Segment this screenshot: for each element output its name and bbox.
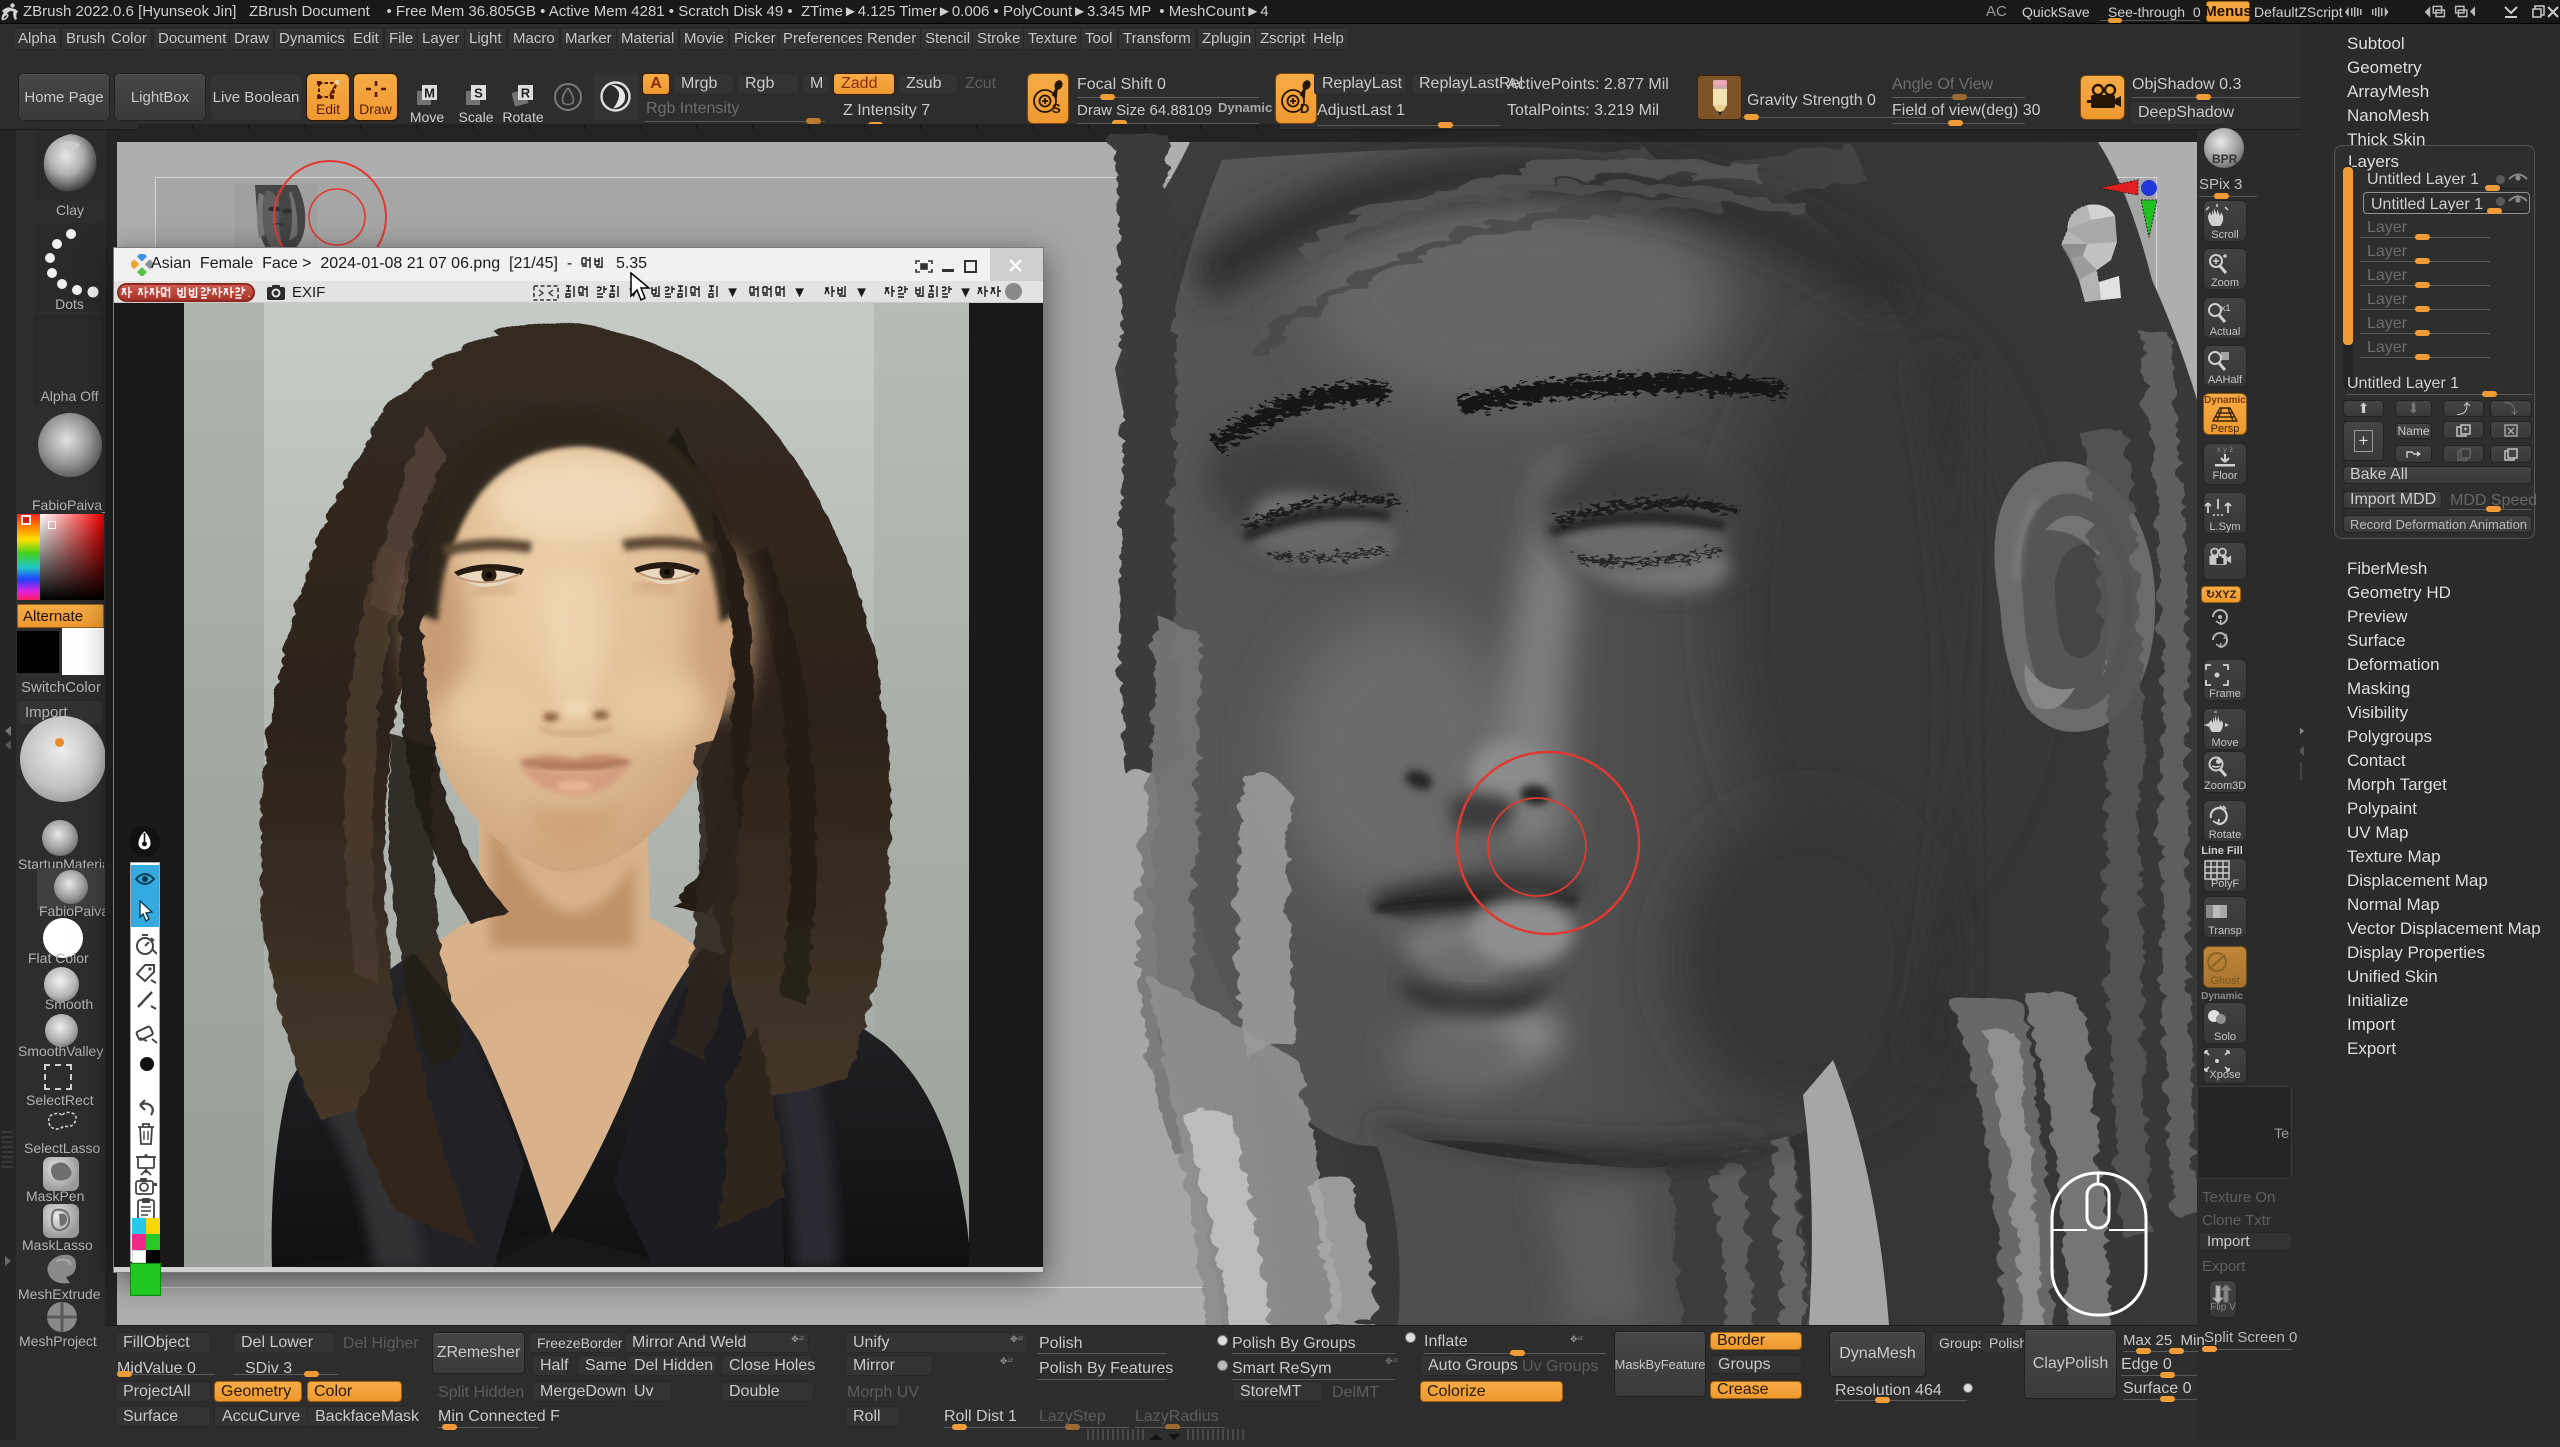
svg-text:z: z (2223, 631, 2228, 641)
svg-text:M: M (424, 86, 435, 101)
svg-text:D: D (1300, 101, 1309, 116)
svg-text:x1: x1 (2221, 303, 2231, 313)
svg-text:S: S (1052, 101, 1061, 116)
svg-text:R: R (521, 86, 531, 101)
svg-text:S: S (474, 86, 483, 101)
